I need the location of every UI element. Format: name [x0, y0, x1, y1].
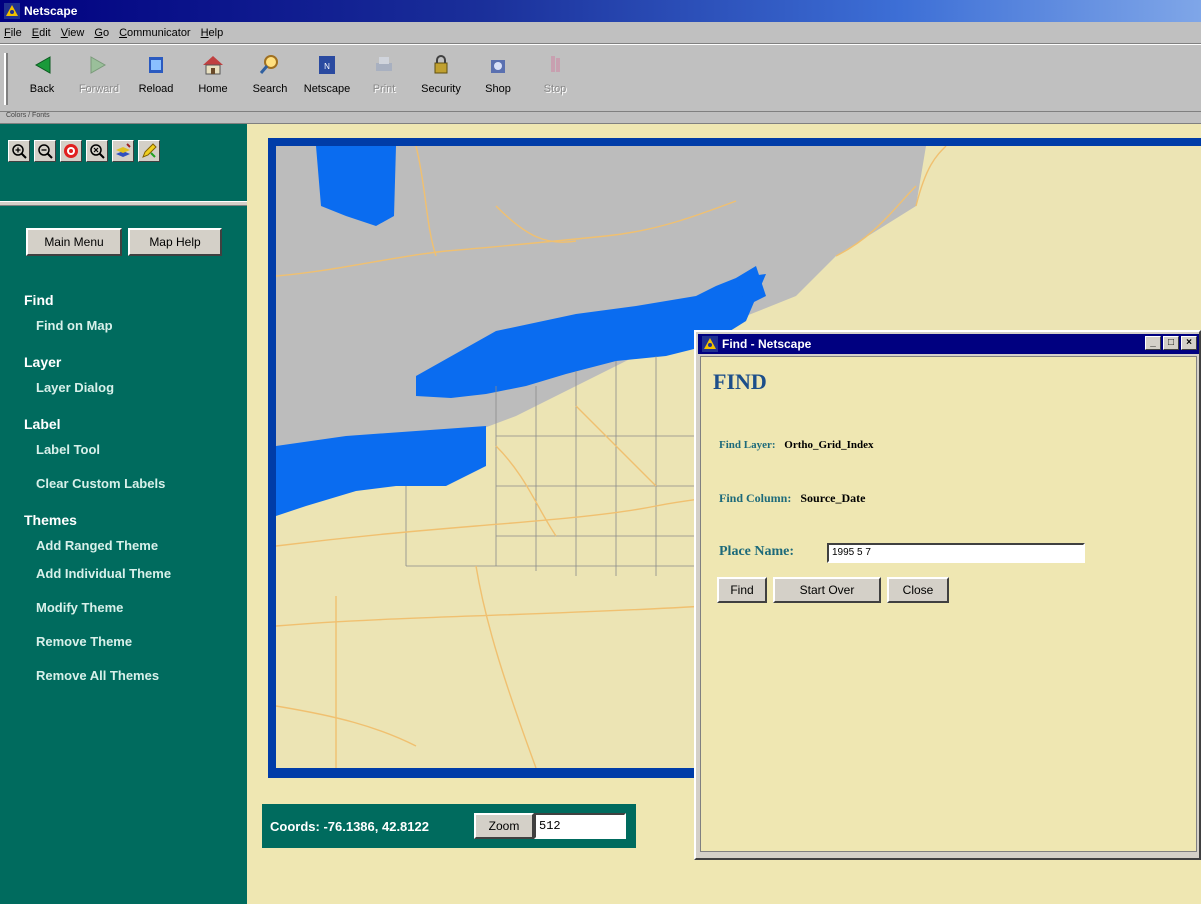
zoom-button[interactable]: Zoom — [474, 813, 534, 839]
window-controls: _ □ × — [1143, 336, 1197, 350]
center-tool[interactable] — [60, 140, 82, 162]
layer-dialog-link[interactable]: Layer Dialog — [36, 380, 114, 395]
forward-button[interactable]: Forward — [73, 51, 125, 111]
remove-all-themes-link[interactable]: Remove All Themes — [36, 668, 159, 683]
window-title: Netscape — [24, 4, 78, 18]
find-layer-row: Find Layer: Ortho_Grid_Index — [719, 439, 874, 451]
section-find-heading: Find — [24, 292, 54, 308]
home-button[interactable]: Home — [187, 51, 239, 111]
personal-toolbar-tab[interactable]: Colors / Fonts — [0, 112, 1201, 124]
menu-bar: File Edit View Go Communicator Help — [0, 22, 1201, 44]
netscape-logo-icon — [4, 3, 20, 19]
find-dialog-body: FIND Find Layer: Ortho_Grid_Index Find C… — [700, 356, 1197, 852]
edit-icon — [142, 143, 157, 158]
shop-button[interactable]: Shop — [472, 51, 524, 111]
find-column-label: Find Column: — [719, 491, 792, 505]
zoom-in-tool[interactable] — [8, 140, 30, 162]
search-icon — [259, 55, 278, 74]
coords-bar: Coords: -76.1386, 42.8122 Zoom 512 — [262, 804, 636, 848]
zoom-input[interactable]: 512 — [534, 813, 626, 839]
find-dialog-title-bar: Find - Netscape _ □ × — [698, 334, 1199, 354]
print-icon — [376, 57, 392, 71]
find-dialog-title: Find - Netscape — [722, 337, 812, 351]
menu-communicator[interactable]: Communicator — [119, 27, 191, 39]
security-button[interactable]: Security — [415, 51, 467, 111]
section-layer-heading: Layer — [24, 354, 62, 370]
add-ranged-theme-link[interactable]: Add Ranged Theme — [36, 538, 158, 553]
layers-tool[interactable] — [112, 140, 134, 162]
edit-tool[interactable] — [138, 140, 160, 162]
find-layer-value: Ortho_Grid_Index — [784, 439, 874, 451]
home-icon — [203, 56, 223, 75]
reload-icon — [149, 57, 163, 73]
label-tool-link[interactable]: Label Tool — [36, 442, 100, 457]
main-menu-button[interactable]: Main Menu — [26, 228, 122, 256]
menu-view[interactable]: View — [61, 27, 85, 39]
find-dialog: Find - Netscape _ □ × FIND Find Layer: O… — [694, 330, 1201, 860]
section-themes-heading: Themes — [24, 512, 77, 528]
find-column-value: Source_Date — [800, 491, 866, 505]
toolbar-grip[interactable] — [4, 53, 8, 105]
find-column-row: Find Column: Source_Date — [719, 491, 865, 506]
add-individual-theme-link[interactable]: Add Individual Theme — [36, 566, 171, 581]
start-over-button[interactable]: Start Over — [773, 577, 881, 603]
place-name-input[interactable]: 1995 5 7 — [827, 543, 1085, 563]
close-button[interactable]: Close — [887, 577, 949, 603]
navigation-toolbar: Back Forward Reload Home Search N Netsca… — [0, 44, 1201, 112]
print-button[interactable]: Print — [358, 51, 410, 111]
find-layer-label: Find Layer: — [719, 439, 776, 451]
zoom-box-tool[interactable] — [86, 140, 108, 162]
clear-custom-labels-link[interactable]: Clear Custom Labels — [36, 476, 165, 491]
find-on-map-link[interactable]: Find on Map — [36, 318, 113, 333]
menu-help[interactable]: Help — [201, 27, 224, 39]
back-icon — [34, 56, 51, 74]
security-icon — [434, 55, 448, 74]
netscape-icon: N — [319, 56, 335, 74]
stop-icon — [551, 56, 560, 72]
search-button[interactable]: Search — [244, 51, 296, 111]
maximize-icon[interactable]: □ — [1163, 336, 1179, 350]
close-icon[interactable]: × — [1181, 336, 1197, 350]
menu-file[interactable]: File — [4, 27, 22, 39]
place-name-label: Place Name: — [719, 544, 795, 559]
center-icon — [64, 144, 78, 158]
map-sidebar: Main Menu Map Help Find Find on Map Laye… — [0, 124, 247, 904]
find-heading: FIND — [713, 369, 767, 394]
layers-icon — [116, 143, 131, 157]
section-label-heading: Label — [24, 416, 61, 432]
menu-edit[interactable]: Edit — [32, 27, 51, 39]
sidebar-divider — [0, 201, 247, 206]
remove-theme-link[interactable]: Remove Theme — [36, 634, 132, 649]
svg-text:N: N — [324, 62, 330, 71]
forward-icon — [90, 56, 107, 74]
netscape-button[interactable]: N Netscape — [301, 51, 353, 111]
minimize-icon[interactable]: _ — [1145, 336, 1161, 350]
zoom-out-icon — [38, 144, 53, 159]
map-tool-row — [0, 124, 247, 200]
zoom-out-tool[interactable] — [34, 140, 56, 162]
zoom-box-icon — [90, 144, 105, 159]
window-title-bar: Netscape — [0, 0, 1201, 22]
reload-button[interactable]: Reload — [130, 51, 182, 111]
back-button[interactable]: Back — [16, 51, 68, 111]
stop-button[interactable]: Stop — [529, 51, 581, 111]
zoom-in-icon — [12, 144, 27, 159]
netscape-logo-icon — [702, 336, 718, 352]
shop-icon — [491, 60, 505, 73]
menu-go[interactable]: Go — [94, 27, 109, 39]
find-button[interactable]: Find — [717, 577, 767, 603]
coords-readout: Coords: -76.1386, 42.8122 — [270, 818, 429, 834]
map-help-button[interactable]: Map Help — [128, 228, 222, 256]
modify-theme-link[interactable]: Modify Theme — [36, 600, 123, 615]
